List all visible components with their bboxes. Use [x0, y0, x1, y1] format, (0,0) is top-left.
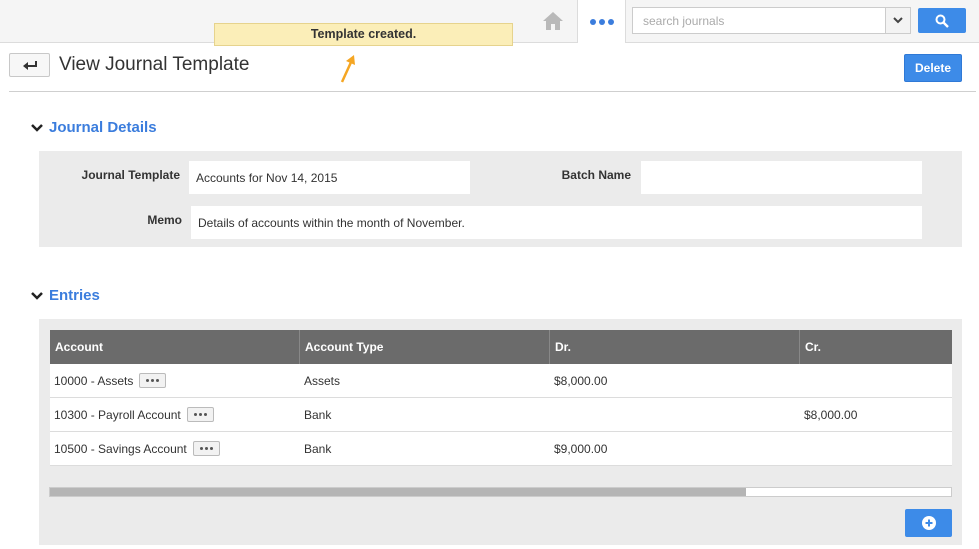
search-dropdown-toggle[interactable]: [885, 8, 910, 33]
column-header-cr[interactable]: Cr.: [800, 330, 952, 364]
table-row[interactable]: 10300 - Payroll Account Bank $8,000.00: [50, 398, 952, 432]
batch-name-field[interactable]: [641, 161, 922, 194]
credit-cell: [800, 364, 952, 397]
home-button[interactable]: [528, 0, 578, 42]
header-divider: [9, 91, 976, 92]
row-options-button[interactable]: [192, 441, 220, 456]
more-dots-icon: [199, 447, 203, 450]
account-name: 10300 - Payroll Account: [54, 407, 181, 422]
credit-cell: [800, 432, 952, 465]
account-name: 10000 - Assets: [54, 373, 134, 388]
plus-circle-icon: [921, 516, 936, 530]
table-row[interactable]: 10500 - Savings Account Bank $9,000.00: [50, 432, 952, 466]
notification-toast: Template created.: [214, 23, 513, 46]
journal-template-field[interactable]: Accounts for Nov 14, 2015: [189, 161, 470, 194]
more-options-button[interactable]: [577, 0, 626, 43]
entries-header[interactable]: Entries: [30, 287, 100, 304]
credit-cell: $8,000.00: [804, 407, 858, 422]
column-header-account[interactable]: Account: [50, 330, 300, 364]
column-header-account-type[interactable]: Account Type: [300, 330, 550, 364]
account-type-cell: Bank: [304, 441, 332, 456]
more-dots-icon: [193, 413, 197, 416]
journal-details-header[interactable]: Journal Details: [30, 119, 157, 136]
account-type-cell: Bank: [304, 407, 332, 422]
horizontal-scrollbar[interactable]: [49, 487, 952, 497]
table-row[interactable]: 10000 - Assets Assets $8,000.00: [50, 364, 952, 398]
row-options-button[interactable]: [139, 373, 167, 388]
search-input[interactable]: [633, 8, 886, 33]
batch-name-label: Batch Name: [561, 168, 631, 182]
chevron-down-icon: [31, 123, 43, 132]
entries-table: Account Account Type Dr. Cr. 10000 - Ass…: [50, 330, 952, 466]
account-name: 10500 - Savings Account: [54, 441, 187, 456]
delete-button[interactable]: Delete: [904, 54, 962, 82]
column-header-dr[interactable]: Dr.: [550, 330, 800, 364]
more-dots-icon: [589, 18, 596, 25]
add-entry-button[interactable]: [905, 509, 952, 537]
chevron-down-icon: [31, 291, 43, 300]
debit-cell: $8,000.00: [554, 373, 608, 388]
account-cell: 10300 - Payroll Account: [50, 398, 300, 431]
back-button[interactable]: [9, 53, 50, 77]
page-title: View Journal Template: [59, 54, 250, 75]
account-type-cell: Assets: [304, 373, 341, 388]
journal-details-title: Journal Details: [49, 119, 157, 136]
journal-template-label: Journal Template: [81, 168, 180, 182]
search-button[interactable]: [918, 8, 966, 33]
debit-cell: [550, 398, 800, 431]
row-options-button[interactable]: [186, 407, 214, 422]
annotation-arrow: [340, 55, 355, 83]
table-header: Account Account Type Dr. Cr.: [50, 330, 952, 364]
account-cell: 10000 - Assets: [50, 364, 300, 397]
back-arrow-icon: [22, 61, 37, 70]
more-dots-icon: [146, 379, 150, 382]
search-icon: [935, 14, 949, 28]
scrollbar-thumb[interactable]: [50, 488, 746, 496]
entries-title: Entries: [49, 287, 100, 304]
memo-label: Memo: [147, 213, 182, 227]
search-box: [632, 7, 911, 34]
memo-field[interactable]: Details of accounts within the month of …: [191, 206, 922, 239]
home-icon: [543, 12, 563, 30]
debit-cell: $9,000.00: [554, 441, 608, 456]
account-cell: 10500 - Savings Account: [50, 432, 300, 465]
chevron-down-icon: [893, 17, 903, 24]
